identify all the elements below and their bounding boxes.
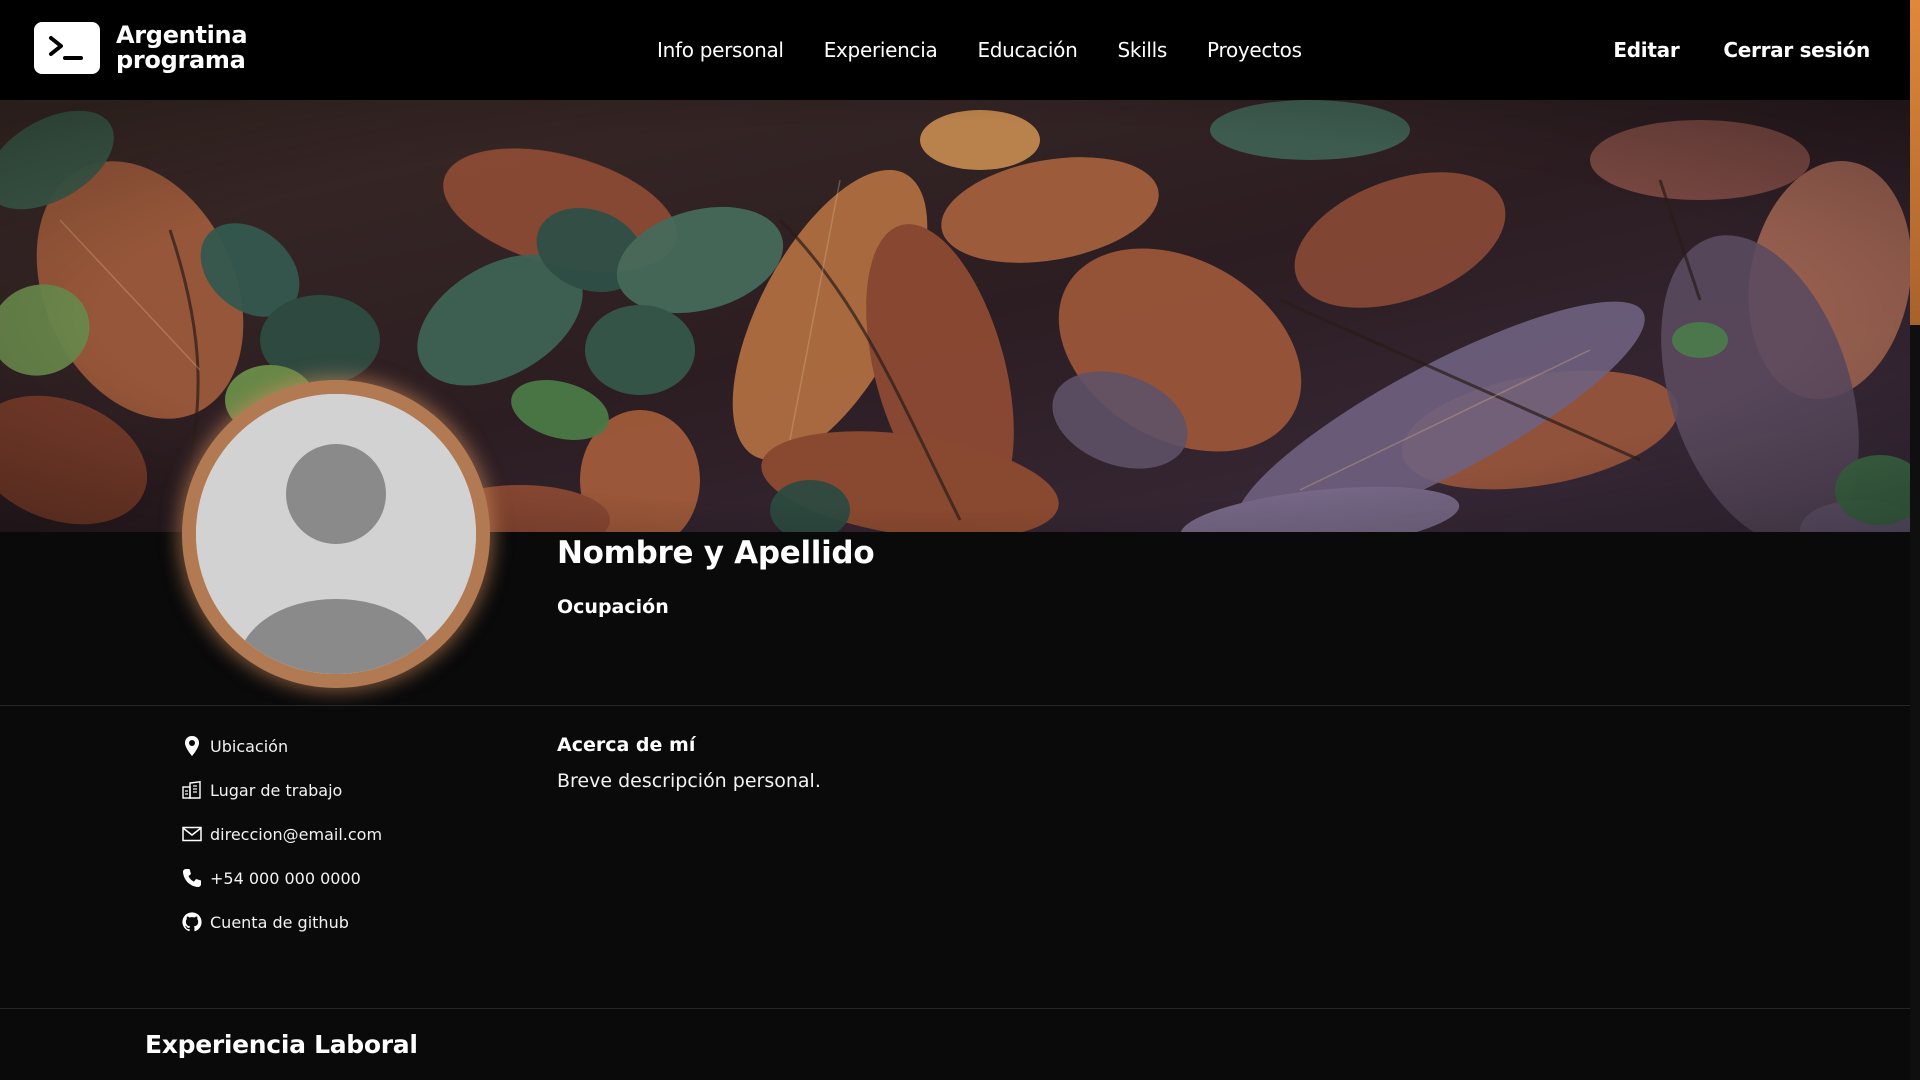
- contact-workplace: Lugar de trabajo: [182, 768, 382, 812]
- email-text[interactable]: direccion@email.com: [210, 825, 382, 844]
- contact-github: Cuenta de github: [182, 900, 382, 944]
- phone-icon: [182, 867, 202, 889]
- edit-button[interactable]: Editar: [1613, 38, 1679, 62]
- contact-location: Ubicación: [182, 724, 382, 768]
- brand-line-1: Argentina: [116, 21, 248, 49]
- contact-phone: +54 000 000 0000: [182, 856, 382, 900]
- section-divider: [0, 1008, 1910, 1009]
- nav-link-proyectos[interactable]: Proyectos: [1207, 38, 1302, 62]
- workplace-text: Lugar de trabajo: [210, 780, 343, 800]
- contact-email: direccion@email.com: [182, 812, 382, 856]
- section-divider: [0, 705, 1910, 706]
- default-user-avatar-icon[interactable]: [196, 394, 476, 674]
- about-title: Acerca de mí: [557, 734, 696, 756]
- location-pin-icon: [182, 735, 202, 757]
- scrollbar-thumb[interactable]: [1910, 0, 1920, 325]
- brand-line-2: programa: [116, 46, 246, 74]
- profile-avatar-frame: [182, 380, 490, 688]
- profile-occupation: Ocupación: [557, 596, 669, 618]
- building-icon: [182, 779, 202, 801]
- nav-link-educacion[interactable]: Educación: [977, 38, 1077, 62]
- logout-button[interactable]: Cerrar sesión: [1723, 38, 1870, 62]
- nav-link-info-personal[interactable]: Info personal: [657, 38, 784, 62]
- profile-name: Nombre y Apellido: [557, 535, 875, 571]
- phone-text: +54 000 000 0000: [210, 868, 361, 888]
- page-scrollbar[interactable]: [1910, 0, 1920, 1080]
- nav-links: Info personal Experiencia Educación Skil…: [657, 0, 1342, 100]
- nav-actions: Editar Cerrar sesión: [1569, 0, 1870, 100]
- github-icon: [182, 911, 202, 933]
- about-text: Breve descripción personal.: [557, 770, 821, 792]
- envelope-icon: [182, 823, 202, 845]
- brand-logo-link[interactable]: Argentina programa: [34, 21, 248, 74]
- nav-link-skills[interactable]: Skills: [1117, 38, 1167, 62]
- page: Argentina programa Info personal Experie…: [0, 0, 1920, 1080]
- top-navbar: Argentina programa Info personal Experie…: [0, 0, 1910, 100]
- experience-section-title: Experiencia Laboral: [145, 1030, 418, 1059]
- location-text: Ubicación: [210, 736, 289, 756]
- nav-link-experiencia[interactable]: Experiencia: [824, 38, 938, 62]
- terminal-prompt-icon: [34, 22, 100, 74]
- contact-info-list: Ubicación Lugar de trabajo direccion@ema…: [182, 724, 382, 944]
- github-text[interactable]: Cuenta de github: [210, 913, 349, 932]
- brand-name: Argentina programa: [116, 21, 248, 74]
